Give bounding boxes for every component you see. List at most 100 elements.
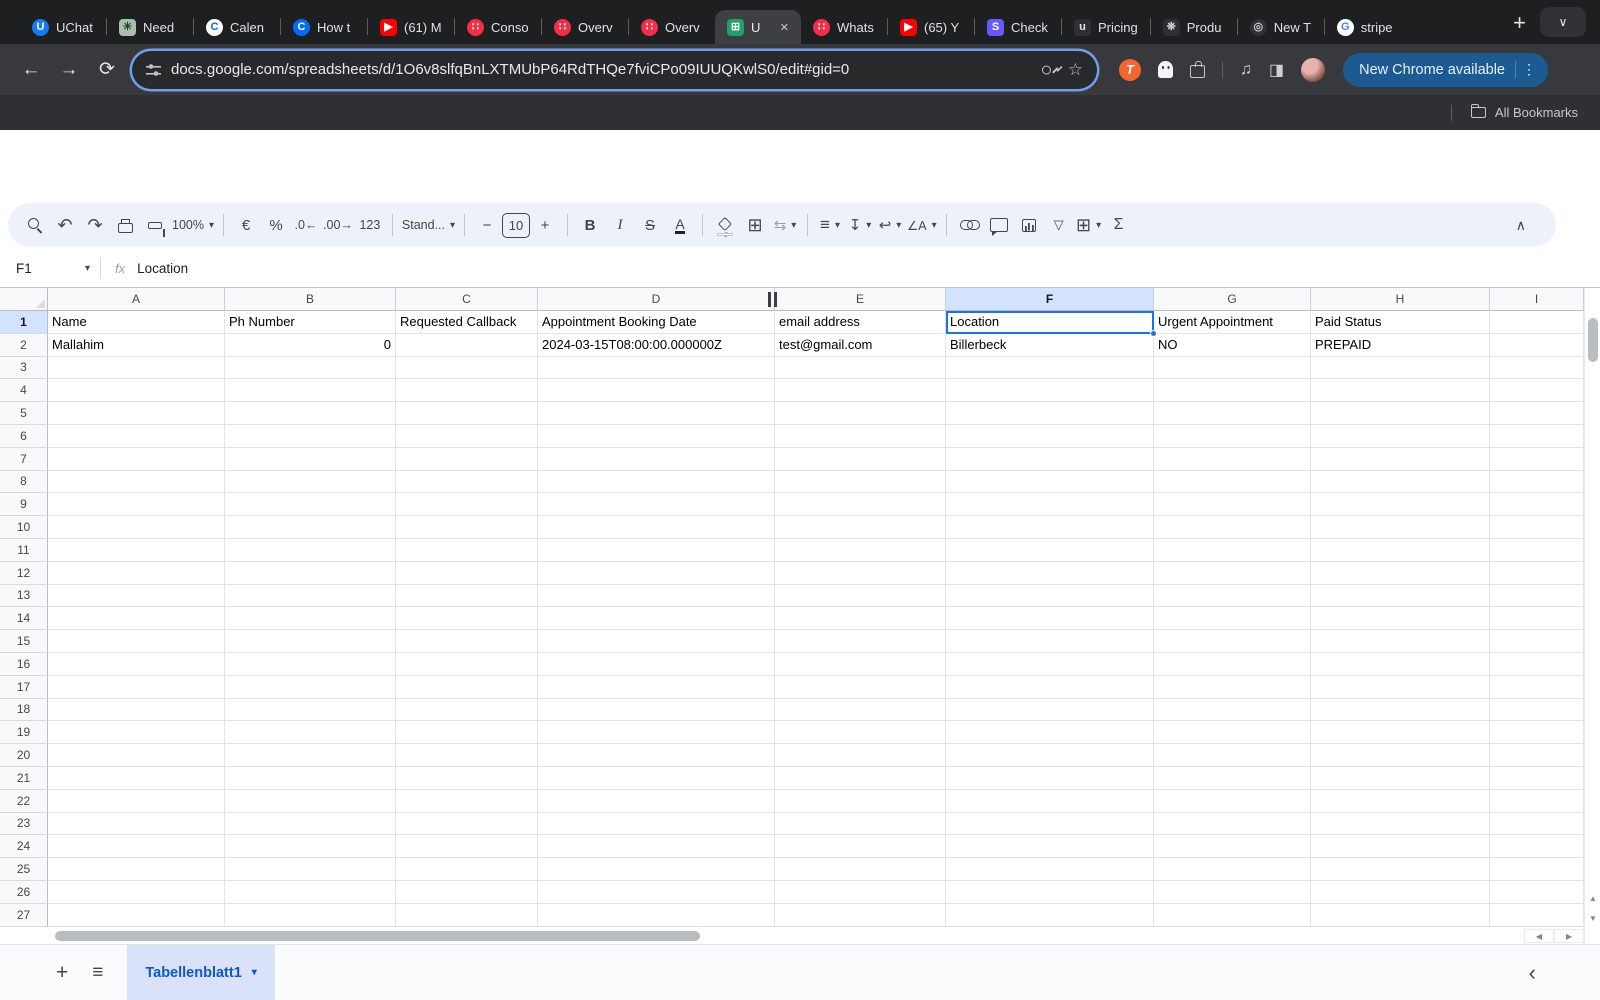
cell-D12[interactable] <box>538 562 775 585</box>
row-header-6[interactable]: 6 <box>0 425 48 448</box>
chevron-down-icon[interactable]: ▾ <box>85 263 90 274</box>
cell-D25[interactable] <box>538 858 775 881</box>
cell-G21[interactable] <box>1154 767 1311 790</box>
column-header-D[interactable]: D <box>538 288 775 311</box>
print-button[interactable] <box>112 210 138 240</box>
row-header-13[interactable]: 13 <box>0 585 48 608</box>
cell-A14[interactable] <box>48 607 225 630</box>
cell-C9[interactable] <box>396 493 538 516</box>
row-header-7[interactable]: 7 <box>0 448 48 471</box>
row-header-4[interactable]: 4 <box>0 379 48 402</box>
font-size-input[interactable]: 10 <box>502 213 530 238</box>
cell-A3[interactable] <box>48 357 225 380</box>
site-settings-icon[interactable] <box>146 63 161 77</box>
cell-H9[interactable] <box>1311 493 1490 516</box>
cell-G10[interactable] <box>1154 516 1311 539</box>
cell-C24[interactable] <box>396 835 538 858</box>
insert-comment-button[interactable] <box>986 210 1012 240</box>
cell-H6[interactable] <box>1311 425 1490 448</box>
cell-G20[interactable] <box>1154 744 1311 767</box>
row-header-25[interactable]: 25 <box>0 858 48 881</box>
row-header-17[interactable]: 17 <box>0 676 48 699</box>
cell-F12[interactable] <box>946 562 1154 585</box>
cell-A17[interactable] <box>48 676 225 699</box>
browser-tab[interactable]: ❋Produ <box>1151 10 1237 44</box>
strikethrough-button[interactable]: S <box>637 210 663 240</box>
cell-D21[interactable] <box>538 767 775 790</box>
cell-A26[interactable] <box>48 881 225 904</box>
search-menus-button[interactable] <box>22 210 48 240</box>
cell-G3[interactable] <box>1154 357 1311 380</box>
cell-B22[interactable] <box>225 790 396 813</box>
cell-D14[interactable] <box>538 607 775 630</box>
cell-B6[interactable] <box>225 425 396 448</box>
cell-C6[interactable] <box>396 425 538 448</box>
cell-I6[interactable] <box>1490 425 1584 448</box>
row-header-5[interactable]: 5 <box>0 402 48 425</box>
cell-B8[interactable] <box>225 471 396 494</box>
cell-B25[interactable] <box>225 858 396 881</box>
cell-B7[interactable] <box>225 448 396 471</box>
row-header-27[interactable]: 27 <box>0 904 48 927</box>
cell-E25[interactable] <box>775 858 946 881</box>
cell-I20[interactable] <box>1490 744 1584 767</box>
zoom-select[interactable]: 100%▾ <box>172 210 214 240</box>
text-wrap-button[interactable]: ↩▾ <box>877 210 903 240</box>
cell-A21[interactable] <box>48 767 225 790</box>
cell-G8[interactable] <box>1154 471 1311 494</box>
cell-G15[interactable] <box>1154 630 1311 653</box>
cell-H23[interactable] <box>1311 813 1490 836</box>
cell-E15[interactable] <box>775 630 946 653</box>
cell-F14[interactable] <box>946 607 1154 630</box>
browser-tab[interactable]: UUChat <box>20 10 106 44</box>
borders-button[interactable]: ⊞ <box>742 210 768 240</box>
new-chrome-available-button[interactable]: New Chrome available ⋮ <box>1343 53 1548 87</box>
cell-C23[interactable] <box>396 813 538 836</box>
cell-D1[interactable]: Appointment Booking Date <box>538 311 775 334</box>
cell-C26[interactable] <box>396 881 538 904</box>
url-text[interactable]: docs.google.com/spreadsheets/d/1O6v8slfq… <box>171 61 1032 78</box>
insert-chart-button[interactable] <box>1016 210 1042 240</box>
cell-H17[interactable] <box>1311 676 1490 699</box>
cell-G11[interactable] <box>1154 539 1311 562</box>
cell-E10[interactable] <box>775 516 946 539</box>
cell-A15[interactable] <box>48 630 225 653</box>
row-header-1[interactable]: 1 <box>0 311 48 334</box>
vertical-scrollbar-thumb[interactable] <box>1588 318 1598 362</box>
password-key-icon[interactable] <box>1038 58 1061 81</box>
cell-I23[interactable] <box>1490 813 1584 836</box>
cell-C17[interactable] <box>396 676 538 699</box>
cell-I10[interactable] <box>1490 516 1584 539</box>
ghost-extension-icon[interactable] <box>1158 61 1173 78</box>
cell-G7[interactable] <box>1154 448 1311 471</box>
cell-G1[interactable]: Urgent Appointment <box>1154 311 1311 334</box>
cell-I25[interactable] <box>1490 858 1584 881</box>
cell-D27[interactable] <box>538 904 775 927</box>
tab-search-chevron-button[interactable]: ∨ <box>1540 7 1586 37</box>
vertical-align-button[interactable]: ↧▾ <box>847 210 873 240</box>
insert-link-button[interactable] <box>956 210 982 240</box>
horizontal-align-button[interactable]: ≡▾ <box>817 210 843 240</box>
cell-F7[interactable] <box>946 448 1154 471</box>
back-button[interactable]: ← <box>12 59 50 81</box>
increase-decimals-button[interactable]: .00→ <box>323 210 353 240</box>
cell-A22[interactable] <box>48 790 225 813</box>
cell-C14[interactable] <box>396 607 538 630</box>
cell-I15[interactable] <box>1490 630 1584 653</box>
cell-H20[interactable] <box>1311 744 1490 767</box>
cell-G24[interactable] <box>1154 835 1311 858</box>
cell-F16[interactable] <box>946 653 1154 676</box>
cell-E22[interactable] <box>775 790 946 813</box>
cell-A18[interactable] <box>48 699 225 722</box>
cell-E4[interactable] <box>775 379 946 402</box>
row-header-3[interactable]: 3 <box>0 357 48 380</box>
cell-E13[interactable] <box>775 585 946 608</box>
cell-G17[interactable] <box>1154 676 1311 699</box>
cell-H1[interactable]: Paid Status <box>1311 311 1490 334</box>
horizontal-scrollbar-thumb[interactable] <box>55 931 700 941</box>
cell-F20[interactable] <box>946 744 1154 767</box>
cell-E14[interactable] <box>775 607 946 630</box>
select-all-corner[interactable] <box>0 288 48 311</box>
column-header-I[interactable]: I <box>1490 288 1584 311</box>
cell-A8[interactable] <box>48 471 225 494</box>
